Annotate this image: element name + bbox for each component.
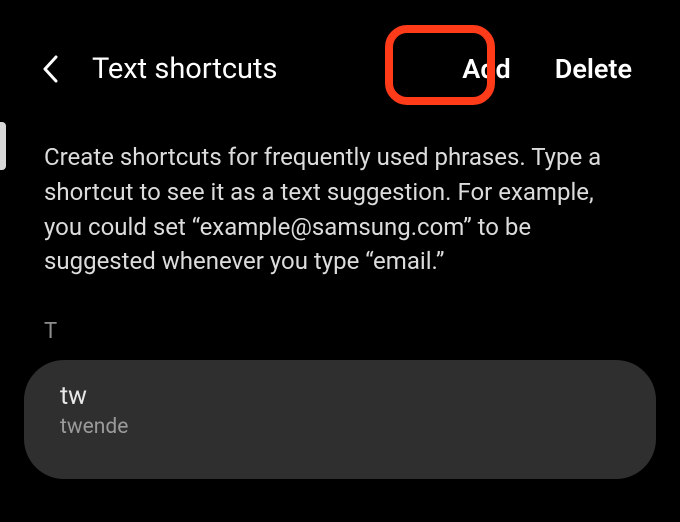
description-text: Create shortcuts for frequently used phr… xyxy=(0,100,680,279)
shortcut-phrase: twende xyxy=(60,415,620,439)
shortcut-list-item[interactable]: tw twende xyxy=(24,360,656,479)
header-actions: Add Delete xyxy=(450,45,644,93)
shortcut-key: tw xyxy=(60,382,620,411)
add-button[interactable]: Add xyxy=(450,45,522,93)
chevron-left-icon xyxy=(42,55,58,83)
edge-panel-handle[interactable] xyxy=(0,122,6,170)
back-button[interactable] xyxy=(36,55,64,83)
section-header-letter: T xyxy=(0,279,680,354)
app-header: Text shortcuts Add Delete xyxy=(0,0,680,100)
delete-button[interactable]: Delete xyxy=(543,45,644,93)
page-title: Text shortcuts xyxy=(92,52,277,86)
